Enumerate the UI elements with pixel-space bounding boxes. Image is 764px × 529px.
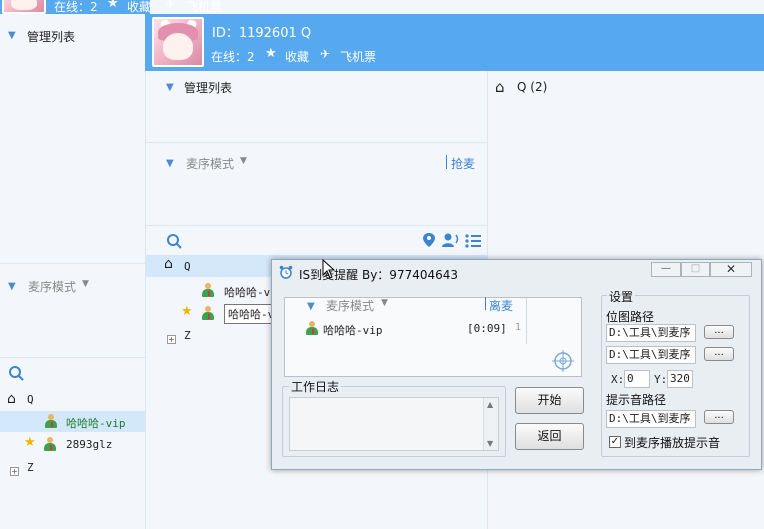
home-icon: ⌂ — [164, 256, 173, 272]
chevron-down-icon[interactable]: ▼ — [166, 158, 174, 169]
voice-user-icon[interactable] — [442, 232, 460, 248]
top-online: 在线：2 — [54, 0, 98, 14]
search-icon[interactable] — [8, 365, 24, 381]
work-log-textarea[interactable] — [289, 397, 499, 451]
user-icon — [305, 321, 319, 335]
play-sound-checkbox[interactable]: ✓ — [609, 436, 621, 448]
search-icon[interactable] — [166, 233, 182, 249]
grab-mic-link[interactable]: 抢麦 — [451, 155, 475, 172]
bitmap-path2-input[interactable]: D:\工具\到麦序 — [606, 346, 696, 364]
expand-icon[interactable]: + — [10, 463, 19, 477]
user-icon — [44, 414, 58, 428]
divider — [0, 357, 145, 358]
x-input[interactable]: 0 — [624, 370, 650, 388]
favorites-icon[interactable]: ★ — [107, 0, 119, 11]
queue-item-name[interactable]: 哈哈哈-vip — [323, 322, 383, 338]
scrollbar[interactable]: ▲ ▼ — [483, 398, 498, 450]
top-ticket[interactable]: 飞机票 — [186, 0, 222, 15]
crown-icon: ★ — [181, 304, 193, 319]
left-panel — [0, 14, 145, 529]
middle-tree-z[interactable]: Z — [184, 329, 191, 342]
middle-tree-q[interactable]: Q — [184, 260, 191, 273]
maximize-button[interactable]: □ — [681, 262, 710, 277]
work-log-label: 工作日志 — [289, 378, 342, 395]
chevron-down-icon[interactable]: ▼ — [8, 281, 16, 292]
home-icon: ⌂ — [7, 391, 16, 407]
left-tree-q[interactable]: Q — [27, 393, 34, 406]
sound-path-label: 提示音路径 — [606, 393, 667, 407]
plane-icon[interactable]: ✈ — [320, 47, 330, 61]
divider — [485, 297, 486, 310]
minimize-button[interactable]: — — [651, 262, 681, 277]
user-icon — [43, 437, 57, 451]
middle-manage-title[interactable]: 管理列表 — [184, 79, 232, 96]
dialog-leave-mic-link[interactable]: 离麦 — [489, 297, 513, 314]
settings-label: 设置 — [607, 288, 636, 305]
browse-button[interactable]: ... — [704, 410, 734, 424]
plane-icon[interactable]: ✈ — [165, 0, 175, 11]
y-input[interactable]: 320 — [667, 370, 693, 388]
dialog-mic-title[interactable]: 麦序模式 — [326, 297, 374, 314]
list-icon[interactable] — [465, 233, 481, 249]
start-button[interactable]: 开始 — [515, 387, 584, 414]
profile-online: 在线：2 — [211, 50, 255, 64]
top-favorites[interactable]: 收藏 — [127, 0, 151, 15]
play-sound-label[interactable]: 到麦序播放提示音 — [624, 434, 720, 451]
scroll-up-icon[interactable]: ▲ — [487, 400, 493, 409]
sound-path-input[interactable]: D:\工具\到麦序 — [606, 410, 696, 428]
divider — [146, 142, 488, 143]
expand-icon[interactable]: + — [167, 331, 176, 345]
divider — [526, 298, 527, 344]
avatar[interactable] — [152, 17, 204, 67]
scroll-down-icon[interactable]: ▼ — [487, 439, 493, 448]
divider — [446, 155, 447, 169]
y-label: Y: — [654, 373, 668, 386]
left-mic-title[interactable]: 麦序模式 — [28, 278, 76, 295]
close-button[interactable]: ✕ — [710, 262, 752, 277]
chevron-down-icon[interactable]: ▼ — [307, 301, 315, 312]
user-icon — [201, 306, 215, 320]
divider — [146, 225, 488, 226]
caret-down-icon[interactable]: ▼ — [381, 298, 388, 308]
caret-down-icon[interactable]: ▼ — [240, 156, 247, 166]
bitmap-path1-input[interactable]: D:\工具\到麦序 — [606, 324, 696, 342]
left-tree-user2[interactable]: 2893glz — [66, 438, 112, 451]
browse-button[interactable]: ... — [704, 325, 734, 339]
x-label: X: — [611, 373, 625, 386]
chevron-down-icon[interactable]: ▼ — [166, 82, 174, 93]
back-button[interactable]: 返回 — [515, 423, 584, 450]
divider — [0, 263, 145, 264]
chevron-down-icon[interactable]: ▼ — [8, 30, 16, 41]
user-icon — [201, 283, 215, 297]
left-tree-z[interactable]: Z — [27, 461, 34, 474]
location-icon[interactable] — [422, 232, 436, 248]
crosshair-icon[interactable] — [552, 350, 574, 372]
favorites-icon[interactable]: ★ — [265, 46, 277, 61]
profile-ticket[interactable]: 飞机票 — [340, 48, 376, 65]
reminder-dialog: IS到麦提醒 By：977404643 — □ ✕ ▼ 麦序模式 ▼ 离麦 哈哈… — [271, 259, 762, 470]
middle-mic-title[interactable]: 麦序模式 — [186, 155, 234, 172]
room-label[interactable]: Q (2) — [517, 80, 547, 94]
left-tree-user1[interactable]: 哈哈哈-vip — [66, 415, 126, 431]
profile-favorites[interactable]: 收藏 — [285, 48, 309, 65]
bitmap-path-label: 位图路径 — [606, 310, 655, 324]
cursor-icon — [322, 258, 336, 279]
left-manage-title[interactable]: 管理列表 — [27, 28, 75, 45]
queue-item-index: 1 — [515, 322, 522, 333]
browse-button[interactable]: ... — [704, 347, 734, 361]
crown-icon: ★ — [24, 435, 36, 450]
profile-id: ID：1192601 Q — [212, 26, 312, 41]
home-icon: ⌂ — [495, 78, 505, 96]
caret-down-icon[interactable]: ▼ — [82, 279, 89, 289]
alarm-clock-icon — [279, 265, 293, 279]
avatar-small[interactable] — [2, 0, 46, 14]
queue-item-time: [0:09] — [467, 322, 507, 335]
